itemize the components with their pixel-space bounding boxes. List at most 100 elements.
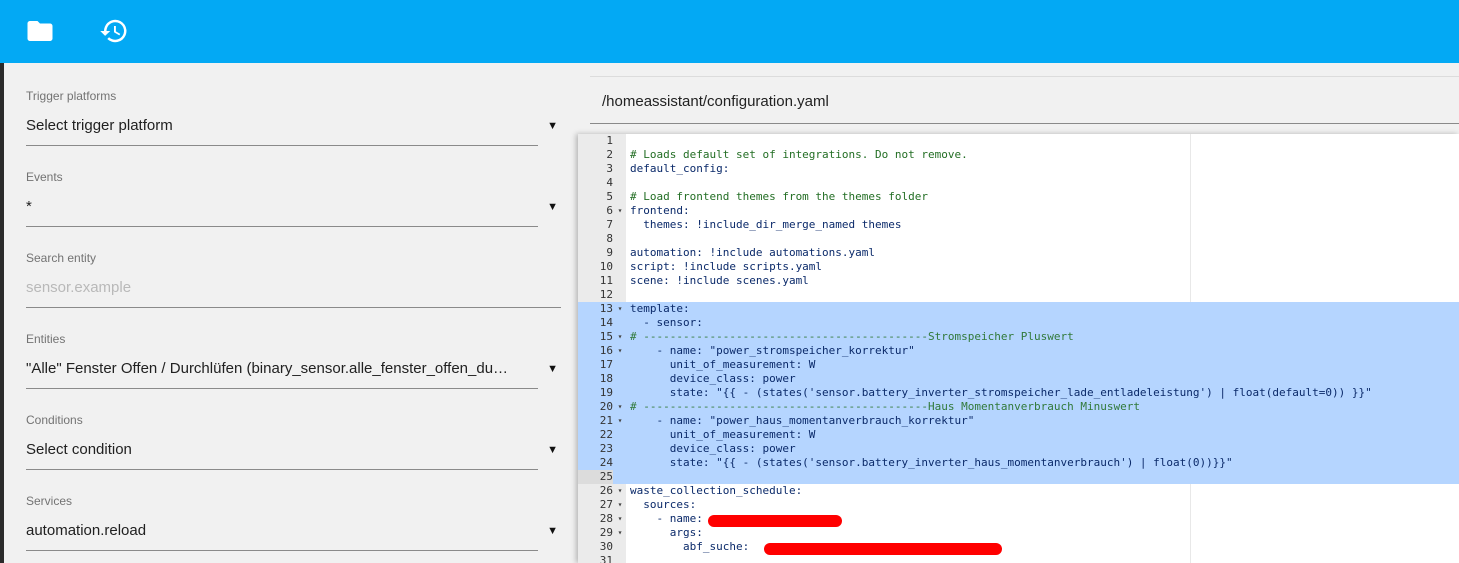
fold-toggle-icon[interactable]: ▾ <box>615 414 625 428</box>
code-line[interactable]: 22 unit_of_measurement: W <box>578 428 1459 442</box>
line-number: 26 <box>599 484 613 497</box>
events-select[interactable]: Events * ▼ <box>26 170 558 227</box>
code-text[interactable]: device_class: power <box>630 442 796 456</box>
code-editor[interactable]: 1 2 # Loads default set of integrations. D… <box>578 134 1459 563</box>
code-line[interactable]: 9 automation: !include automations.yaml <box>578 246 1459 260</box>
services-label: Services <box>26 494 73 508</box>
line-number: 25 <box>578 470 613 484</box>
services-select[interactable]: Services automation.reload ▼ <box>26 494 558 551</box>
code-line[interactable]: 14 - sensor: <box>578 316 1459 330</box>
entities-value[interactable]: "Alle" Fenster Offen / Durchlüfen (binar… <box>26 360 538 380</box>
code-text[interactable]: waste_collection_schedule: <box>630 484 802 498</box>
code-line[interactable]: 29 ▾ args: <box>578 526 1459 540</box>
code-text[interactable]: - sensor: <box>630 316 703 330</box>
code-text[interactable]: - name: "power_stromspeicher_korrektur" <box>630 344 914 358</box>
fold-toggle-icon[interactable]: ▾ <box>615 344 625 358</box>
code-line[interactable]: 24 state: "{{ - (states('sensor.battery_… <box>578 456 1459 470</box>
code-line[interactable]: 15 ▾ # -----------------------------------… <box>578 330 1459 344</box>
code-text[interactable]: automation: !include automations.yaml <box>630 246 875 260</box>
trigger-platform-select[interactable]: Trigger platforms Select trigger platfor… <box>26 89 558 146</box>
dropdown-arrow-icon[interactable]: ▼ <box>547 525 558 537</box>
code-text[interactable]: scene: !include scenes.yaml <box>630 274 809 288</box>
code-text[interactable]: # --------------------------------------… <box>630 330 1074 344</box>
code-text[interactable]: unit_of_measurement: W <box>630 358 816 372</box>
line-number: 7 <box>606 218 613 231</box>
entities-select[interactable]: Entities "Alle" Fenster Offen / Durchlüf… <box>26 332 558 389</box>
field-underline <box>26 145 538 146</box>
search-entity-input[interactable]: sensor.example <box>26 279 538 299</box>
code-line[interactable]: 10 script: !include scripts.yaml <box>578 260 1459 274</box>
file-path[interactable]: /homeassistant/configuration.yaml <box>602 93 829 110</box>
code-line[interactable]: 17 unit_of_measurement: W <box>578 358 1459 372</box>
dropdown-arrow-icon[interactable]: ▼ <box>547 120 558 132</box>
folder-icon[interactable] <box>25 16 55 46</box>
code-line[interactable]: 18 device_class: power <box>578 372 1459 386</box>
conditions-value[interactable]: Select condition <box>26 441 538 461</box>
line-number: 15 <box>578 330 613 344</box>
line-number: 23 <box>578 442 613 456</box>
dropdown-arrow-icon[interactable]: ▼ <box>547 444 558 456</box>
code-text[interactable]: state: "{{ - (states('sensor.battery_inv… <box>630 456 1233 470</box>
code-text[interactable]: # Loads default set of integrations. Do … <box>630 148 968 162</box>
code-text[interactable]: device_class: power <box>630 372 796 386</box>
code-line[interactable]: 31 <box>578 554 1459 563</box>
code-line[interactable]: 7 themes: !include_dir_merge_named theme… <box>578 218 1459 232</box>
line-number: 13 <box>578 302 613 316</box>
fold-toggle-icon[interactable]: ▾ <box>615 498 625 512</box>
code-line[interactable]: 16 ▾ - name: "power_stromspeicher_korrekt… <box>578 344 1459 358</box>
code-line[interactable]: 21 ▾ - name: "power_haus_momentanverbrauc… <box>578 414 1459 428</box>
code-text[interactable]: script: !include scripts.yaml <box>630 260 822 274</box>
code-line[interactable]: 20 ▾ # -----------------------------------… <box>578 400 1459 414</box>
fold-toggle-icon[interactable]: ▾ <box>615 330 625 344</box>
code-text[interactable]: themes: !include_dir_merge_named themes <box>630 218 901 232</box>
code-line[interactable]: 12 <box>578 288 1459 302</box>
code-line[interactable]: 25 <box>578 470 1459 484</box>
code-text[interactable]: # --------------------------------------… <box>630 400 1140 414</box>
search-entity-field[interactable]: Search entity sensor.example <box>26 251 561 308</box>
code-text[interactable]: default_config: <box>630 162 729 176</box>
code-text[interactable]: unit_of_measurement: W <box>630 428 816 442</box>
field-underline <box>26 550 538 551</box>
history-icon[interactable] <box>99 16 129 46</box>
code-line[interactable]: 4 <box>578 176 1459 190</box>
code-text[interactable]: args: <box>630 526 703 540</box>
line-number: 21 <box>578 414 613 428</box>
line-number: 2 <box>606 148 613 161</box>
fold-toggle-icon[interactable]: ▾ <box>615 302 625 316</box>
code-line[interactable]: 23 device_class: power <box>578 442 1459 456</box>
code-line[interactable]: 3 default_config: <box>578 162 1459 176</box>
dropdown-arrow-icon[interactable]: ▼ <box>547 363 558 375</box>
code-line[interactable]: 26 ▾ waste_collection_schedule: <box>578 484 1459 498</box>
code-text[interactable]: - name: <box>630 512 702 526</box>
code-line[interactable]: 27 ▾ sources: <box>578 498 1459 512</box>
code-line[interactable]: 11 scene: !include scenes.yaml <box>578 274 1459 288</box>
code-text[interactable]: - name: "power_haus_momentanverbrauch_ko… <box>630 414 974 428</box>
fold-toggle-icon[interactable]: ▾ <box>615 400 625 414</box>
code-line[interactable]: 13 ▾ template: <box>578 302 1459 316</box>
conditions-select[interactable]: Conditions Select condition ▼ <box>26 413 558 470</box>
events-value[interactable]: * <box>26 198 538 218</box>
code-text[interactable]: sources: <box>630 498 696 512</box>
code-line[interactable]: 8 <box>578 232 1459 246</box>
code-line[interactable]: 2 # Loads default set of integrations. Do… <box>578 148 1459 162</box>
fold-toggle-icon[interactable]: ▾ <box>615 204 625 218</box>
line-number: 17 <box>578 358 613 372</box>
code-text[interactable]: abf_suche: <box>630 540 749 554</box>
code-line[interactable]: 5 # Load frontend themes from the themes … <box>578 190 1459 204</box>
code-line[interactable]: 6 ▾ frontend: <box>578 204 1459 218</box>
dropdown-arrow-icon[interactable]: ▼ <box>547 201 558 213</box>
code-text[interactable]: frontend: <box>630 204 690 218</box>
code-text[interactable]: state: "{{ - (states('sensor.battery_inv… <box>630 386 1372 400</box>
code-line[interactable]: 1 <box>578 134 1459 148</box>
code-line[interactable]: 30 abf_suche: <box>578 540 1459 554</box>
fold-toggle-icon[interactable]: ▾ <box>615 484 625 498</box>
code-text[interactable]: # Load frontend themes from the themes f… <box>630 190 928 204</box>
code-line[interactable]: 19 state: "{{ - (states('sensor.battery_… <box>578 386 1459 400</box>
code-text[interactable]: template: <box>630 302 690 316</box>
line-number: 19 <box>578 386 613 400</box>
trigger-platform-value[interactable]: Select trigger platform <box>26 117 538 137</box>
fold-toggle-icon[interactable]: ▾ <box>615 512 625 526</box>
field-underline <box>26 226 538 227</box>
services-value[interactable]: automation.reload <box>26 522 538 542</box>
fold-toggle-icon[interactable]: ▾ <box>615 526 625 540</box>
